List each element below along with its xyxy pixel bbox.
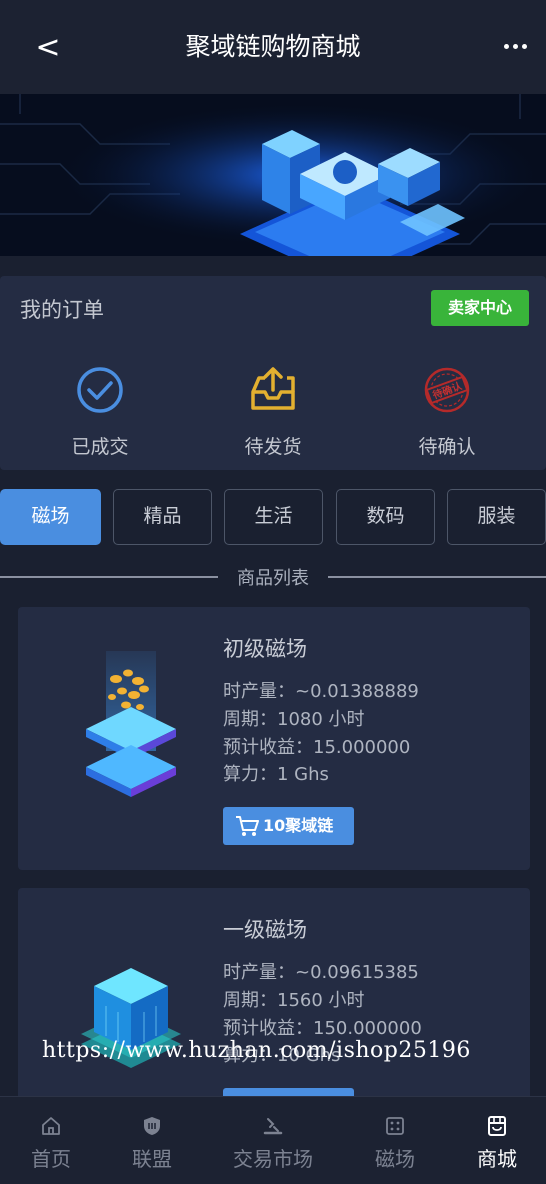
more-options-icon[interactable]	[502, 34, 532, 58]
nav-item-market[interactable]: 交易市场	[218, 1115, 328, 1172]
order-completed[interactable]: 已成交	[40, 364, 160, 459]
shop-icon	[488, 1116, 506, 1136]
promo-banner[interactable]	[0, 94, 546, 256]
nav-item-alliance[interactable]: 联盟	[117, 1115, 187, 1172]
tab-clothing[interactable]: 服装	[447, 489, 546, 545]
blockchain-isometric-illustration	[0, 94, 546, 256]
product-period: 周期：1560 小时	[223, 990, 365, 1011]
tab-boutique[interactable]: 精品	[113, 489, 212, 545]
seller-center-button[interactable]: 卖家中心	[431, 290, 529, 326]
nav-item-home[interactable]: 首页	[16, 1115, 86, 1172]
product-card[interactable]: 初级磁场 时产量：~0.01388889 周期：1080 小时 预计收益：15.…	[18, 607, 530, 870]
product-period: 周期：1080 小时	[223, 709, 365, 730]
category-tabs: 磁场 精品 生活 数码 服装	[0, 489, 546, 545]
order-to-ship-label: 待发货	[244, 436, 302, 458]
nav-item-label: 联盟	[132, 1147, 172, 1171]
field-icon	[386, 1117, 404, 1135]
order-to-confirm-label: 待确认	[418, 436, 476, 458]
divider-line-right	[328, 576, 546, 578]
product-list-divider: 商品列表	[0, 562, 546, 590]
product-name: 初级磁场	[223, 637, 307, 661]
nav-item-label: 商城	[477, 1147, 517, 1171]
mining-chip-image	[86, 651, 176, 797]
outbox-tray-icon	[251, 367, 295, 410]
cart-icon	[236, 816, 259, 836]
product-expected-income: 预计收益：15.000000	[223, 737, 411, 758]
tab-magnetic-field[interactable]: 磁场	[0, 489, 101, 545]
product-name: 一级磁场	[223, 918, 307, 942]
order-completed-label: 已成交	[71, 436, 129, 458]
product-hashrate: 算力：1 Ghs	[223, 764, 329, 785]
order-to-confirm[interactable]: 待确认 待确认	[387, 364, 507, 459]
nav-item-label: 交易市场	[233, 1147, 313, 1171]
check-circle-icon	[77, 367, 123, 413]
buy-button[interactable]: 10聚域链	[223, 807, 354, 845]
nav-item-label: 磁场	[375, 1147, 415, 1171]
nav-item-field[interactable]: 磁场	[360, 1115, 430, 1172]
home-icon	[42, 1117, 60, 1135]
market-icon	[263, 1118, 283, 1135]
watermark-url: https://www.huzhan.com/ishop25196	[42, 1038, 471, 1063]
page-title: 聚域链购物商城	[185, 32, 361, 61]
nav-item-label: 首页	[31, 1147, 71, 1171]
product-hourly-output: 时产量：~0.01388889	[223, 681, 419, 702]
my-orders-panel: 我的订单 卖家中心 已成交 待发货 待确认 待确认	[0, 276, 546, 470]
tab-life[interactable]: 生活	[224, 489, 323, 545]
product-expected-income: 预计收益：150.000000	[223, 1018, 422, 1039]
app-header: < 聚域链购物商城	[0, 0, 546, 94]
shield-icon	[144, 1117, 160, 1135]
nav-item-shop[interactable]: 商城	[462, 1115, 532, 1172]
my-orders-title: 我的订单	[20, 298, 104, 322]
buy-button-price: 10聚域链	[263, 816, 334, 835]
stamp-icon: 待确认	[424, 367, 470, 413]
order-to-ship[interactable]: 待发货	[213, 364, 333, 459]
bottom-nav: 首页 联盟 交易市场 磁场 商城	[0, 1096, 546, 1184]
tab-digital[interactable]: 数码	[336, 489, 435, 545]
product-hourly-output: 时产量：~0.09615385	[223, 962, 419, 983]
